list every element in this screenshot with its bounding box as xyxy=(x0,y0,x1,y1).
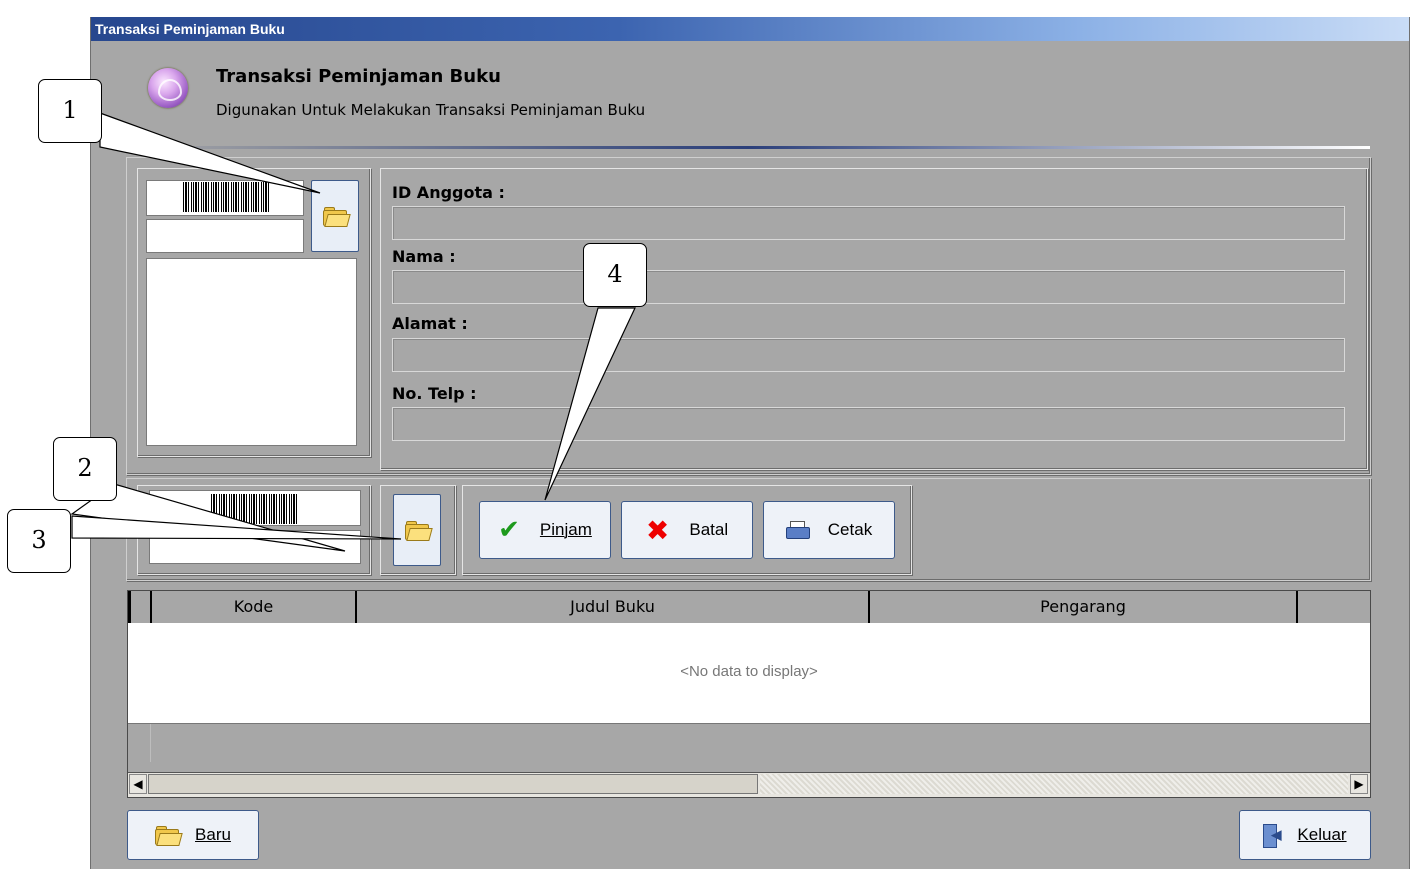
member-photo xyxy=(146,258,357,446)
scroll-left-arrow-icon[interactable]: ◀ xyxy=(129,774,147,794)
no-telp-label: No. Telp : xyxy=(392,384,477,403)
horizontal-scrollbar[interactable]: ◀ ▶ xyxy=(128,772,1370,797)
callout-3: 3 xyxy=(7,509,71,573)
keluar-label: Keluar xyxy=(1297,825,1347,844)
alamat-label: Alamat : xyxy=(392,314,468,333)
nama-label: Nama : xyxy=(392,247,456,266)
baru-button[interactable]: Baru xyxy=(127,810,259,860)
member-id-input[interactable] xyxy=(146,219,304,253)
column-kode[interactable]: Kode xyxy=(152,591,357,623)
baru-label: Baru xyxy=(195,825,231,844)
grid-body[interactable]: <No data to display> xyxy=(128,623,1370,724)
column-pengarang[interactable]: Pengarang xyxy=(870,591,1298,623)
open-folder-icon xyxy=(323,207,351,227)
no-data-message: <No data to display> xyxy=(680,663,818,680)
new-folder-icon xyxy=(155,826,183,846)
header-title: Transaksi Peminjaman Buku xyxy=(216,66,501,87)
header-divider xyxy=(126,146,1370,149)
cross-icon: ✖ xyxy=(645,513,670,547)
browse-member-button[interactable] xyxy=(311,180,359,252)
white-top-strip xyxy=(90,0,1410,17)
loan-grid: Kode Judul Buku Pengarang <No data to di… xyxy=(127,590,1371,798)
header-subtitle: Digunakan Untuk Melakukan Transaksi Pemi… xyxy=(216,101,646,119)
open-folder-icon xyxy=(405,521,433,541)
scroll-right-arrow-icon[interactable]: ▶ xyxy=(1350,774,1368,794)
header-logo xyxy=(148,68,188,108)
scroll-thumb[interactable] xyxy=(148,774,758,794)
alamat-field[interactable] xyxy=(392,338,1345,372)
grid-indicator-header xyxy=(128,591,152,623)
checkmark-icon: ✔ xyxy=(498,515,520,545)
nama-field[interactable] xyxy=(392,270,1345,304)
grid-header: Kode Judul Buku Pengarang xyxy=(128,591,1370,624)
id-anggota-label: ID Anggota : xyxy=(392,183,505,202)
id-anggota-field[interactable] xyxy=(392,206,1345,240)
exit-door-icon: ◀ xyxy=(1263,824,1281,848)
printer-icon xyxy=(785,521,810,539)
book-barcode-image xyxy=(211,494,297,524)
cetak-button[interactable]: Cetak xyxy=(763,501,895,559)
title-bar[interactable]: Transaksi Peminjaman Buku xyxy=(91,17,1409,41)
pinjam-button[interactable]: ✔ Pinjam xyxy=(479,501,611,559)
callout-4: 4 xyxy=(583,243,647,307)
member-barcode-image xyxy=(183,182,269,212)
callout-1: 1 xyxy=(38,79,102,143)
book-code-input[interactable] xyxy=(149,530,361,564)
window-title: Transaksi Peminjaman Buku xyxy=(95,21,285,37)
batal-label: Batal xyxy=(689,520,729,539)
batal-button[interactable]: ✖ Batal xyxy=(621,501,753,559)
callout-2: 2 xyxy=(53,437,117,501)
no-telp-field[interactable] xyxy=(392,407,1345,441)
pinjam-label: Pinjam xyxy=(539,520,592,539)
scroll-track[interactable] xyxy=(760,774,1348,794)
grid-footer-area xyxy=(128,724,1370,762)
cetak-label: Cetak xyxy=(827,520,873,539)
browse-book-button[interactable] xyxy=(393,494,441,566)
keluar-button[interactable]: ◀ Keluar xyxy=(1239,810,1371,860)
column-judul-buku[interactable]: Judul Buku xyxy=(357,591,870,623)
